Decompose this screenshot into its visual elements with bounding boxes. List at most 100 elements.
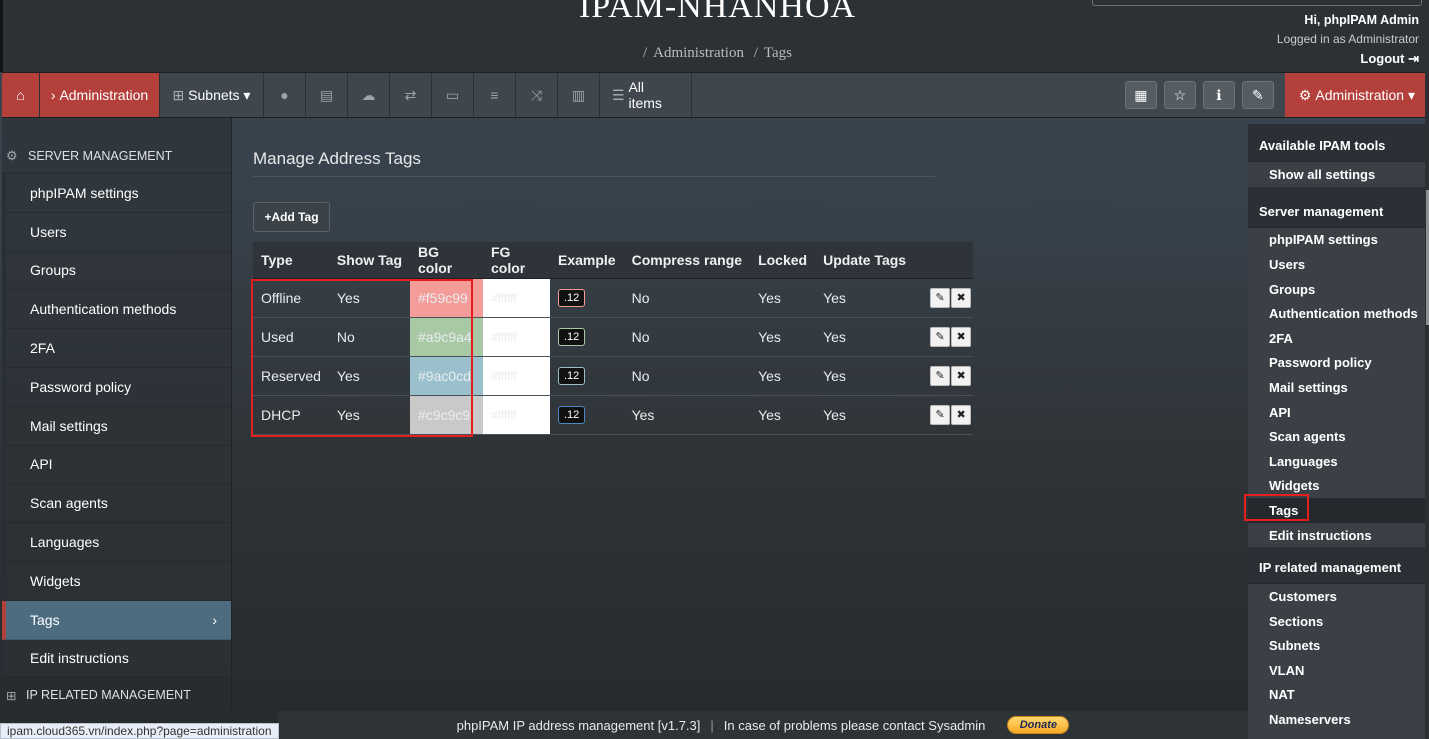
nav-random-icon[interactable]: ⤨: [516, 73, 558, 117]
panel-heading-available-tools: Available IPAM tools: [1248, 124, 1425, 162]
panel-item-customers[interactable]: Customers: [1248, 584, 1425, 609]
sidebar-item-api[interactable]: API: [2, 445, 231, 485]
nav-list-icon[interactable]: ≡: [474, 73, 516, 117]
panel-item-groups[interactable]: Groups: [1248, 277, 1425, 302]
edit-button[interactable]: ✎: [930, 404, 951, 425]
nav-all-items[interactable]: ☰ All items: [600, 73, 692, 117]
administration-menu[interactable]: ⚙ Administration ▾: [1284, 73, 1429, 117]
sidebar-item-tags[interactable]: Tags ›: [2, 600, 231, 640]
breadcrumb: / Administration / Tags: [642, 45, 793, 61]
edit-button[interactable]: ✎: [930, 326, 951, 347]
wrench-icon: ✎: [1252, 86, 1264, 103]
sidebar-item-password-policy[interactable]: Password policy: [2, 367, 231, 407]
panel-item-show-all-settings[interactable]: Show all settings: [1248, 162, 1425, 187]
panel-item-sections[interactable]: Sections: [1248, 609, 1425, 634]
header: IPAM-NHANHOA / Administration / Tags Hi, p…: [0, 0, 1429, 72]
tools-button[interactable]: ✎: [1241, 81, 1274, 109]
panel-item-languages[interactable]: Languages: [1248, 449, 1425, 474]
sidebar-item-groups[interactable]: Groups: [2, 251, 231, 291]
column-header: BG color: [410, 242, 483, 279]
plus-icon: +: [264, 210, 272, 224]
nav-administration[interactable]: › Administration: [40, 73, 160, 117]
sidebar-item-2fa[interactable]: 2FA: [2, 329, 231, 368]
delete-button[interactable]: ✖: [951, 365, 972, 386]
page-title: Manage Address Tags: [253, 149, 421, 168]
sitemap-icon: ⊞: [172, 86, 189, 103]
user-greeting: Hi, phpIPAM Admin: [1304, 13, 1419, 27]
tag-locked: Yes: [750, 395, 816, 435]
browser-status-url: ipam.cloud365.vn/index.php?page=administ…: [0, 723, 279, 739]
info-button[interactable]: ℹ: [1202, 81, 1235, 109]
panel-item-2fa[interactable]: 2FA: [1248, 326, 1425, 351]
sidebar-item-authentication-methods[interactable]: Authentication methods: [2, 290, 231, 330]
panel-item-nameservers[interactable]: Nameservers: [1248, 707, 1425, 732]
sidebar-item-languages[interactable]: Languages: [2, 523, 231, 562]
user-info: Hi, phpIPAM Admin Logged in as Administr…: [1277, 11, 1419, 68]
scrollbar[interactable]: [1425, 70, 1429, 739]
sidebar-item-widgets[interactable]: Widgets: [2, 561, 231, 601]
nav-desktop-icon[interactable]: ▭: [432, 73, 474, 117]
logout-link[interactable]: Logout ⇥: [1277, 49, 1419, 68]
footer-contact[interactable]: In case of problems please contact Sysad…: [724, 718, 986, 733]
column-header: Show Tag: [328, 242, 410, 279]
tag-example: .12: [558, 367, 586, 385]
panel-item-scan-agents[interactable]: Scan agents: [1248, 424, 1425, 449]
tag-fg-color: #ffffff: [483, 317, 550, 357]
caret-down-icon: ▾: [1404, 86, 1415, 103]
edit-button[interactable]: ✎: [930, 287, 951, 308]
sidebar-item-users[interactable]: Users: [2, 212, 231, 252]
panel-item-api[interactable]: API: [1248, 400, 1425, 425]
panel-heading-ip-related: IP related management: [1248, 547, 1425, 585]
tag-update: Yes: [815, 356, 915, 396]
sidebar-item-phpipam-settings[interactable]: phpIPAM settings: [2, 174, 231, 213]
nav-user-icon[interactable]: ●: [264, 73, 306, 117]
home-button[interactable]: ⌂: [2, 73, 40, 117]
tag-compress: No: [623, 278, 751, 318]
panel-item-nat[interactable]: NAT: [1248, 683, 1425, 708]
panel-item-password-policy[interactable]: Password policy: [1248, 351, 1425, 376]
sidebar-item-mail-settings[interactable]: Mail settings: [2, 406, 231, 446]
tag-example: .12: [558, 328, 586, 346]
table-header-row: Type Show Tag BG color FG color Example …: [253, 242, 974, 279]
navbar: ⌂ › Administration ⊞ Subnets ▾ ● ▤ ☁ ⇄ ▭…: [2, 72, 1429, 118]
info-icon: ℹ: [1216, 86, 1222, 103]
column-header: Compress range: [623, 242, 751, 279]
nav-cloud-icon[interactable]: ☁: [348, 73, 390, 117]
delete-button[interactable]: ✖: [951, 326, 972, 347]
breadcrumb-tags: Tags: [763, 45, 793, 61]
sidebar-item-scan-agents[interactable]: Scan agents: [2, 484, 231, 524]
sidebar-item-edit-instructions[interactable]: Edit instructions: [2, 639, 231, 679]
panel-item-mail-settings[interactable]: Mail settings: [1248, 375, 1425, 400]
tag-compress: Yes: [623, 395, 751, 435]
logout-icon: ⇥: [1408, 51, 1419, 66]
panel-item-authentication-methods[interactable]: Authentication methods: [1248, 301, 1425, 326]
panel-item-subnets[interactable]: Subnets: [1248, 634, 1425, 659]
tag-fg-color: #ffffff: [483, 278, 550, 318]
sidebar: ⚙ SERVER MANAGEMENT phpIPAM settings User…: [2, 118, 232, 710]
nav-map-icon[interactable]: ▥: [558, 73, 600, 117]
panel-item-users[interactable]: Users: [1248, 252, 1425, 277]
breadcrumb-administration[interactable]: Administration: [653, 45, 744, 61]
edit-button[interactable]: ✎: [930, 365, 951, 386]
tag-locked: Yes: [750, 278, 816, 318]
panel-item-vlan[interactable]: VLAN: [1248, 658, 1425, 683]
column-header: Type: [253, 242, 329, 279]
panel-item-edit-instructions[interactable]: Edit instructions: [1248, 523, 1425, 548]
search-input[interactable]: [1092, 0, 1422, 6]
favourites-button[interactable]: ☆: [1163, 81, 1196, 109]
panel-item-phpipam-settings[interactable]: phpIPAM settings: [1248, 228, 1425, 253]
column-header: Locked: [750, 242, 816, 279]
add-tag-button[interactable]: + Add Tag: [253, 202, 330, 232]
tag-update: Yes: [815, 278, 915, 318]
nav-server-icon[interactable]: ▤: [306, 73, 348, 117]
tag-locked: Yes: [750, 356, 816, 396]
sidebar-section-title: ⚙ SERVER MANAGEMENT: [2, 118, 231, 174]
donate-button[interactable]: Donate: [1007, 716, 1070, 734]
nav-exchange-icon[interactable]: ⇄: [390, 73, 432, 117]
dashboard-button[interactable]: ▦: [1124, 81, 1157, 109]
delete-button[interactable]: ✖: [951, 287, 972, 308]
user-role: Logged in as Administrator: [1276, 32, 1419, 46]
delete-button[interactable]: ✖: [951, 404, 972, 425]
nav-subnets[interactable]: ⊞ Subnets ▾: [160, 73, 264, 117]
tag-compress: No: [623, 317, 751, 357]
